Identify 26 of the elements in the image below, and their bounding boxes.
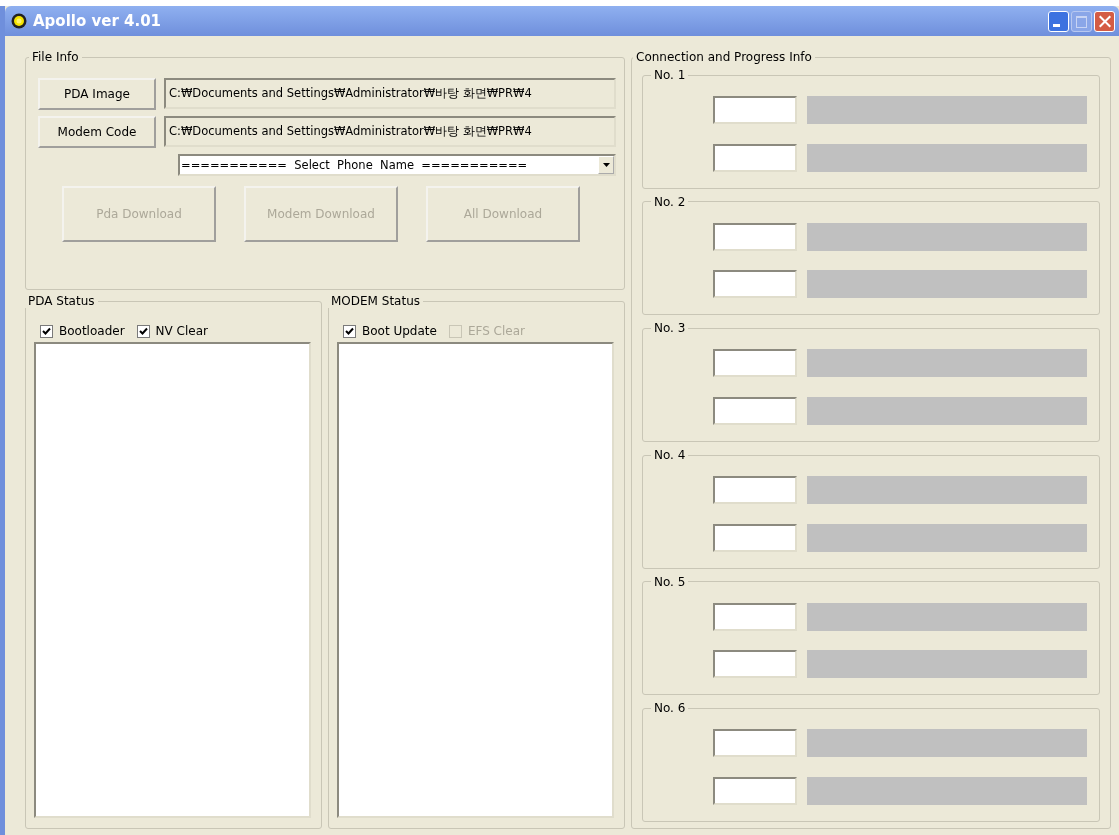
file-path-field[interactable]: C:₩Documents and Settings₩Administrator₩바탕 화면₩PR₩4: [164, 78, 616, 109]
caret-icon: [602, 163, 610, 167]
group-title: No. 4: [653, 448, 687, 462]
group-title: Connection and Progress Info: [635, 50, 813, 64]
browse-button[interactable]: Modem Code: [38, 116, 156, 148]
option-checkbox[interactable]: NV Clear: [136, 324, 208, 338]
group-title: No. 6: [653, 701, 687, 716]
option-checkbox[interactable]: Boot Update: [343, 324, 437, 338]
group-title: MODEM Status: [330, 294, 422, 308]
checkmark-icon: [345, 326, 354, 336]
close-button[interactable]: [1094, 10, 1115, 32]
group-title: No. 1: [653, 68, 687, 82]
group-title: No. 3: [653, 321, 687, 336]
browse-button[interactable]: PDA Image: [38, 78, 156, 110]
sun-icon: [11, 13, 27, 29]
checkmark-icon: [42, 326, 51, 336]
phone-name-dropdown[interactable]: =========== Select Phone Name ===========: [178, 154, 616, 176]
checkmark-icon: [138, 326, 148, 336]
group-title: PDA Status: [27, 294, 96, 308]
minimize-button[interactable]: [1048, 10, 1069, 32]
group-title: File Info: [31, 50, 80, 64]
window-title: Apollo ver 4.01: [33, 12, 163, 30]
group-title: No. 5: [653, 574, 687, 589]
option-checkbox[interactable]: Bootloader: [40, 324, 125, 338]
file-path-field[interactable]: C:₩Documents and Settings₩Administrator₩바탕 화면₩PR₩4: [164, 116, 616, 147]
group-title: No. 2: [653, 194, 687, 209]
